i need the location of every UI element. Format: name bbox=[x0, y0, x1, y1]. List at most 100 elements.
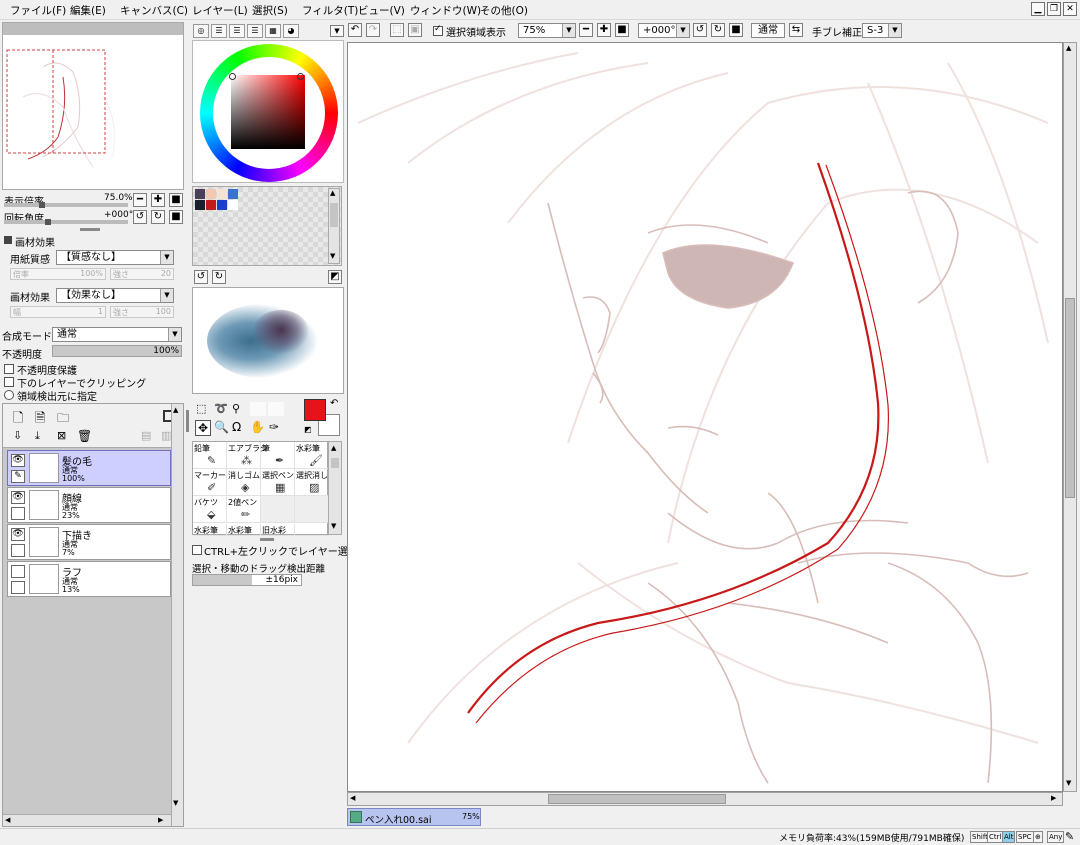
primary-color-swatch[interactable] bbox=[304, 399, 326, 421]
scroll-down-icon[interactable]: ▼ bbox=[173, 799, 178, 807]
scroll-down-icon[interactable]: ▼ bbox=[330, 252, 335, 260]
empty-brush-slot[interactable] bbox=[295, 524, 329, 536]
new-linework-layer-icon[interactable]: 🗎 bbox=[35, 409, 45, 431]
clear-layer-icon[interactable]: ⊠ bbox=[57, 429, 66, 442]
rotate-right-icon[interactable]: ↻ bbox=[151, 210, 165, 224]
brush-slot[interactable]: 鉛筆 ✎ bbox=[193, 442, 227, 469]
transfer-down-icon[interactable]: ⇩ bbox=[13, 429, 22, 442]
menu-file[interactable]: ファイル(F) bbox=[10, 3, 66, 18]
layer-edit-icon[interactable] bbox=[11, 544, 25, 557]
brush-slot[interactable]: バケツ ⬙ bbox=[193, 496, 227, 523]
scroll-up-icon[interactable]: ▲ bbox=[173, 406, 178, 414]
empty-brush-slot[interactable] bbox=[261, 496, 295, 523]
swatch-panel[interactable] bbox=[192, 186, 342, 266]
brush-scrollbar[interactable]: ▲ ▼ bbox=[328, 441, 342, 535]
scratch-redo-icon[interactable]: ↻ bbox=[212, 270, 226, 284]
delete-layer-icon[interactable]: 🗑 bbox=[77, 429, 92, 443]
brush-slot[interactable]: 選択ペン ▦ bbox=[261, 469, 295, 496]
panel-splitter[interactable] bbox=[80, 228, 100, 231]
saturation-value-square[interactable] bbox=[231, 75, 305, 149]
drag-distance-slider[interactable]: ±16pix bbox=[192, 574, 302, 586]
visibility-eye-icon[interactable] bbox=[11, 565, 25, 578]
undo-icon[interactable]: ↶ bbox=[348, 23, 362, 37]
menu-view[interactable]: ビュー(V) bbox=[358, 3, 405, 18]
toolbar-rotate-left-icon[interactable]: ↺ bbox=[693, 23, 707, 37]
gradient-slider-tab-icon[interactable]: ☰ bbox=[247, 24, 263, 38]
layer-edit-icon[interactable]: ✎ bbox=[11, 470, 25, 483]
zoom-slider-knob[interactable] bbox=[39, 202, 46, 208]
zoom-slider[interactable] bbox=[4, 202, 128, 208]
lasso-icon[interactable]: ➰ bbox=[214, 402, 228, 415]
color-wheel-tab-icon[interactable]: ◎ bbox=[193, 24, 209, 38]
paper-texture-select[interactable]: 【質感なし】 ▼ bbox=[56, 250, 174, 265]
effect-strength-field[interactable]: 強さ 100 bbox=[110, 306, 174, 318]
toolbar-zoom-reset-icon[interactable]: ■ bbox=[615, 23, 629, 37]
panel-splitter-vertical[interactable] bbox=[186, 410, 189, 432]
zoom-tool-icon[interactable]: 🔍 bbox=[214, 420, 229, 434]
color-swatch[interactable] bbox=[228, 200, 238, 210]
close-icon[interactable]: ✕ bbox=[1063, 2, 1077, 16]
brush-slot[interactable]: 水彩筆 bbox=[227, 524, 261, 536]
navigator-panel[interactable] bbox=[2, 22, 184, 190]
swatch-scrollbar[interactable]: ▲ ▼ bbox=[328, 188, 340, 264]
collapse-icon[interactable] bbox=[4, 236, 12, 244]
menu-filter[interactable]: フィルタ(T) bbox=[302, 3, 358, 18]
menu-window[interactable]: ウィンドウ(W) bbox=[410, 3, 481, 18]
file-tab[interactable]: ペン入れ00.sai 75% bbox=[347, 808, 481, 826]
deselect-icon[interactable]: ⬚ bbox=[390, 23, 404, 37]
color-swatch[interactable] bbox=[217, 200, 227, 210]
effect-select[interactable]: 【効果なし】 ▼ bbox=[56, 288, 174, 303]
scroll-thumb[interactable] bbox=[1065, 298, 1075, 498]
brush-slot[interactable]: 消しゴム ◈ bbox=[227, 469, 261, 496]
layer-edit-icon[interactable] bbox=[11, 507, 25, 520]
visibility-eye-icon[interactable]: 👁 bbox=[11, 491, 25, 504]
brush-slot[interactable]: 2値ペン ✏ bbox=[227, 496, 261, 523]
invert-selection-icon[interactable]: ▣ bbox=[408, 23, 422, 37]
scroll-thumb[interactable] bbox=[548, 794, 726, 804]
panel-splitter[interactable] bbox=[260, 538, 274, 541]
brush-slot[interactable]: 水彩筆 bbox=[193, 524, 227, 536]
zoom-out-icon[interactable]: ━ bbox=[133, 193, 147, 207]
canvas-vertical-scrollbar[interactable]: ▲ ▼ bbox=[1063, 42, 1077, 792]
scroll-right-icon[interactable]: ▶ bbox=[1051, 794, 1056, 802]
color-swatch[interactable] bbox=[195, 200, 205, 210]
flip-view-icon[interactable]: ⇆ bbox=[789, 23, 803, 37]
scroll-thumb[interactable] bbox=[330, 203, 338, 227]
color-swatch[interactable] bbox=[217, 189, 227, 199]
zoom-select[interactable]: 75% ▼ bbox=[518, 23, 576, 38]
empty-brush-slot[interactable] bbox=[295, 496, 329, 523]
menu-select[interactable]: 選択(S) bbox=[252, 3, 288, 18]
stabilizer-select[interactable]: S-3 ▼ bbox=[862, 23, 902, 38]
hue-picker-icon[interactable] bbox=[229, 73, 236, 80]
menu-edit[interactable]: 編集(E) bbox=[70, 3, 106, 18]
effect-width-field[interactable]: 幅 1 bbox=[10, 306, 106, 318]
menu-layer[interactable]: レイヤー(L) bbox=[192, 3, 248, 18]
panel-menu-icon[interactable]: ▼ bbox=[330, 25, 344, 37]
menu-other[interactable]: その他(O) bbox=[480, 3, 528, 18]
brush-slot[interactable]: 筆 ✒ bbox=[261, 442, 295, 469]
clipping-checkbox[interactable] bbox=[4, 377, 14, 387]
toolbar-zoom-in-icon[interactable]: ✚ bbox=[597, 23, 611, 37]
drawing-canvas[interactable] bbox=[347, 42, 1063, 792]
hand-icon[interactable]: ✋ bbox=[250, 420, 265, 434]
toolbar-zoom-out-icon[interactable]: ━ bbox=[579, 23, 593, 37]
rect-select-icon[interactable]: ⬚ bbox=[196, 402, 206, 415]
brush-slot[interactable]: エアブラシ ⁂ bbox=[227, 442, 268, 469]
show-selection-checkbox[interactable]: ✓ bbox=[433, 24, 443, 36]
redo-icon[interactable]: ↷ bbox=[366, 23, 380, 37]
scroll-down-icon[interactable]: ▼ bbox=[331, 522, 336, 530]
scroll-up-icon[interactable]: ▲ bbox=[1066, 44, 1071, 52]
scroll-thumb[interactable] bbox=[331, 458, 339, 468]
move-icon[interactable]: ✥ bbox=[195, 420, 211, 436]
layer-row[interactable]: ラフ 通常 13% bbox=[7, 561, 171, 597]
new-folder-icon[interactable]: 🗀 bbox=[57, 409, 69, 430]
scroll-right-icon[interactable]: ▶ bbox=[158, 816, 163, 824]
rotate-reset-icon[interactable]: ■ bbox=[169, 210, 183, 224]
blend-mode-select[interactable]: 通常 ▼ bbox=[52, 327, 182, 342]
brush-slot[interactable]: 旧水彩 bbox=[261, 524, 295, 536]
visibility-eye-icon[interactable]: 👁 bbox=[11, 528, 25, 541]
toolbar-rotate-right-icon[interactable]: ↻ bbox=[711, 23, 725, 37]
merge-down-icon[interactable]: ⤓ bbox=[35, 429, 40, 443]
color-swatch[interactable] bbox=[228, 189, 238, 199]
scratchpad-canvas[interactable] bbox=[192, 287, 344, 394]
